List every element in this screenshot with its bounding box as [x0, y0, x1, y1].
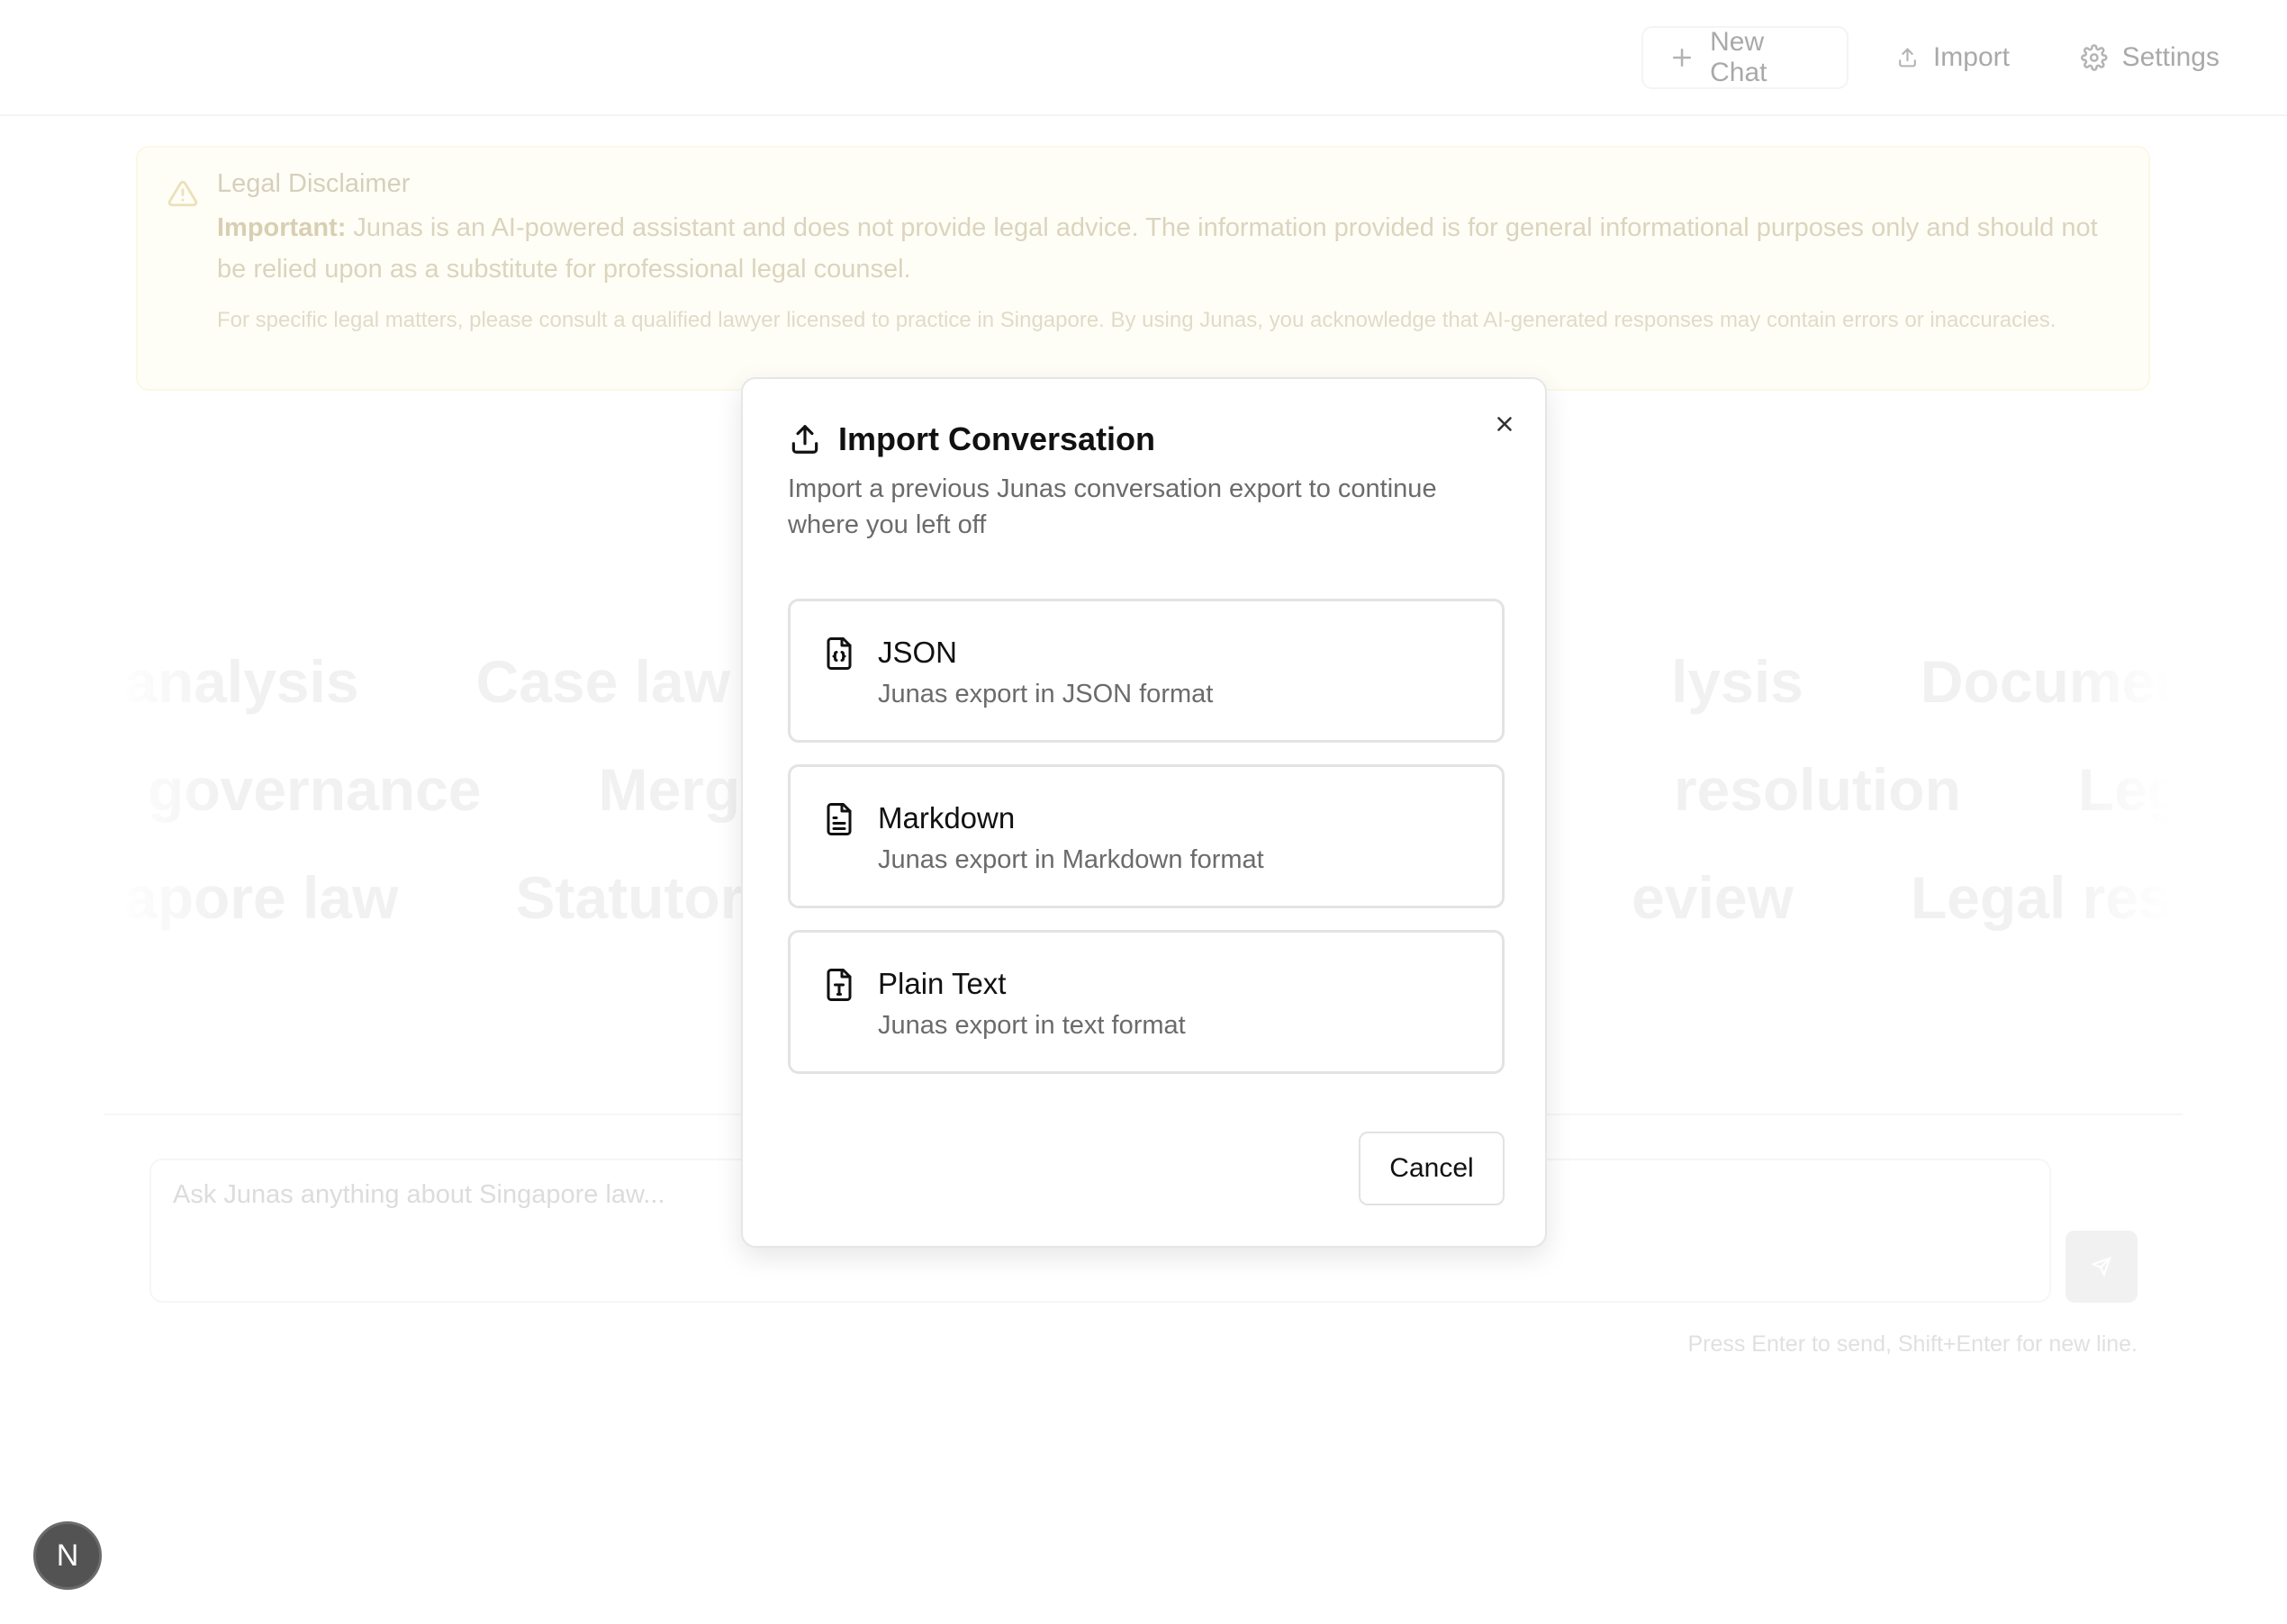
upload-icon [791, 425, 818, 454]
file-type-icon [823, 967, 855, 1003]
option-label: Markdown [878, 801, 1016, 835]
option-label: Plain Text [878, 967, 1007, 1000]
close-icon [1497, 417, 1512, 431]
dialog-description: Import a previous Junas conversation exp… [788, 474, 1437, 539]
file-text-icon [823, 801, 855, 837]
option-description: Junas export in JSON format [878, 680, 1214, 708]
file-json-icon [823, 636, 855, 672]
import-conversation-dialog: Import Conversation Import a previous Ju… [741, 377, 1547, 1248]
import-option-json[interactable]: JSON Junas export in JSON format [788, 599, 1505, 743]
dialog-title: Import Conversation [838, 420, 1156, 457]
import-option-plain-text[interactable]: Plain Text Junas export in text format [788, 930, 1505, 1074]
option-description: Junas export in Markdown format [878, 845, 1264, 874]
import-option-markdown[interactable]: Markdown Junas export in Markdown format [788, 764, 1505, 908]
dialog-header: Import Conversation [788, 420, 1155, 458]
option-description: Junas export in text format [878, 1011, 1186, 1040]
option-label: JSON [878, 636, 958, 669]
topic-item[interactable]: Legal opini [2078, 749, 2170, 830]
close-button[interactable] [1487, 406, 1523, 442]
cancel-button[interactable]: Cancel [1359, 1132, 1505, 1205]
